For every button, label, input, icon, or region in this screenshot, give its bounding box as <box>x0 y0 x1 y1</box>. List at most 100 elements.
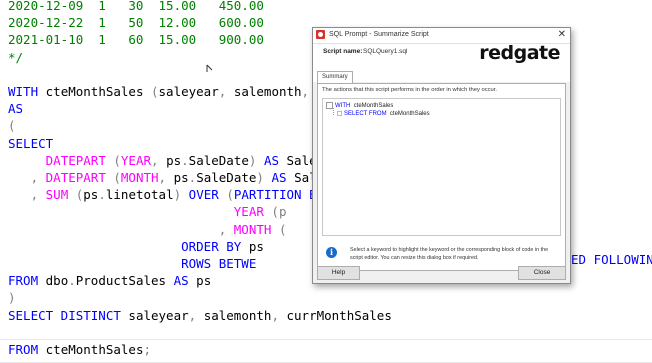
code-token: ps <box>248 238 264 254</box>
code-token: OVER <box>188 187 227 203</box>
code-line[interactable]: , MONTH ( <box>8 221 287 239</box>
code-token: ( <box>278 221 287 237</box>
code-token: , <box>158 170 174 185</box>
code-token: ROWS BETWE <box>181 256 257 271</box>
code-line[interactable]: ORDER BY ps <box>8 238 264 256</box>
code-token: ; <box>143 342 152 357</box>
tree-node-keyword[interactable]: WITH <box>335 103 350 109</box>
code-token: ) <box>173 187 189 203</box>
code-line[interactable]: */ <box>8 49 23 67</box>
tree-node-keyword[interactable]: SELECT FROM <box>344 111 387 117</box>
code-token: ) <box>256 170 272 185</box>
code-token: ps <box>83 187 99 203</box>
code-line[interactable]: YEAR (p <box>8 203 287 221</box>
code-token: PARTITION B <box>233 187 317 203</box>
code-token: ps <box>173 170 189 185</box>
code-token: ( <box>113 170 121 185</box>
code-token: , <box>30 187 46 203</box>
code-token: saleyear <box>128 307 189 323</box>
code-line[interactable]: 2020-12-09 1 30 15.00 450.00 <box>8 0 264 15</box>
code-line[interactable]: WITH cteMonthSales (saleyear, salemonth, <box>8 83 309 101</box>
tab-summary[interactable]: Summary <box>317 71 353 83</box>
tree-node-name: cteMonthSales <box>389 111 430 117</box>
code-token: 2020-12-22 1 50 12.00 600.00 <box>8 15 264 31</box>
code-token: SaleDate <box>188 152 249 168</box>
code-token: salemonth <box>203 307 272 323</box>
code-line[interactable]: FROM cteMonthSales; <box>8 341 151 359</box>
close-button[interactable]: Close <box>518 266 566 280</box>
code-line[interactable]: AS <box>8 100 23 118</box>
code-token: (p <box>271 204 287 220</box>
code-token: , <box>271 307 287 323</box>
code-line[interactable]: ROWS BETWE <box>8 255 256 273</box>
sql-prompt-app-icon <box>316 30 325 39</box>
tree-node-name: cteMonthSales <box>353 103 394 110</box>
code-token: MONTH <box>233 221 279 237</box>
code-token: FROM <box>8 273 46 289</box>
code-token: 2020-12-09 1 30 15.00 450.00 <box>8 0 264 13</box>
code-token: ( <box>113 152 121 168</box>
code-token: AS <box>271 170 295 185</box>
code-token: dbo <box>45 273 69 289</box>
code-token: ) <box>8 290 16 306</box>
code-token: AS <box>173 273 197 289</box>
mouse-cursor-icon <box>206 64 213 72</box>
code-token: SUM <box>45 187 76 203</box>
summary-tree[interactable]: WITH cteMonthSales SELECT FROM cteMonthS… <box>322 98 561 236</box>
code-fragment-right: ED FOLLOWIN <box>571 252 652 267</box>
code-token: , <box>188 307 204 323</box>
code-line[interactable]: DATEPART (YEAR, ps.SaleDate) AS Sale <box>8 152 317 170</box>
code-line[interactable]: , SUM (ps.linetotal) OVER (PARTITION B <box>8 186 317 204</box>
summary-description: The actions that this script performs in… <box>322 87 497 93</box>
hint-area: i Select a keyword to highlight the keyw… <box>322 244 559 266</box>
code-token: , <box>151 152 167 168</box>
code-token: , <box>218 221 234 237</box>
tab-strip: Summary <box>317 71 566 83</box>
redgate-logo: redgate <box>479 42 560 64</box>
code-line[interactable]: SELECT <box>8 135 53 153</box>
tree-node-icon <box>337 110 342 116</box>
code-line[interactable]: ) <box>8 289 16 307</box>
tree-node-with[interactable]: WITH cteMonthSales <box>326 102 393 110</box>
code-line[interactable]: 2020-12-22 1 50 12.00 600.00 <box>8 14 264 32</box>
code-token: ProductSales <box>75 273 174 289</box>
code-line[interactable]: ( <box>8 117 16 135</box>
code-line[interactable]: , DATEPART (MONTH, ps.SaleDate) AS Sal <box>8 169 317 187</box>
code-token: SaleDate <box>196 170 257 185</box>
code-token: currMonthSales <box>286 307 392 323</box>
code-token: */ <box>8 49 24 65</box>
info-icon: i <box>326 247 337 258</box>
code-token: AS <box>263 152 287 168</box>
tree-node-select-from[interactable]: SELECT FROM cteMonthSales <box>337 110 430 118</box>
code-token: ( <box>226 187 234 203</box>
script-name-value: SQLQuery1.sql <box>363 48 408 55</box>
code-token: cteMonthSales <box>45 342 144 357</box>
close-icon[interactable]: ✕ <box>558 28 566 41</box>
code-token: ps <box>196 273 212 289</box>
code-line[interactable]: SELECT DISTINCT saleyear, salemonth, cur… <box>8 307 392 325</box>
summary-panel: The actions that this script performs in… <box>317 83 566 271</box>
code-token: . <box>181 152 189 168</box>
code-token: cteMonthSales <box>45 84 151 99</box>
code-token: , <box>218 84 234 99</box>
hint-text: Select a keyword to highlight the keywor… <box>350 247 549 261</box>
code-token: AS <box>8 101 24 117</box>
code-token: DATEPART <box>45 170 114 185</box>
code-token: , <box>30 170 46 185</box>
code-token: ( <box>8 118 16 134</box>
code-line[interactable]: 2021-01-10 1 60 15.00 900.00 <box>8 31 264 49</box>
summarize-script-dialog: SQL Prompt - Summarize Script ✕ Script n… <box>312 27 571 284</box>
code-token: . <box>98 187 106 203</box>
tree-node-icon <box>326 102 333 109</box>
help-button[interactable]: Help <box>317 266 360 280</box>
code-line[interactable]: FROM dbo.ProductSales AS ps <box>8 272 211 290</box>
code-token: YEAR <box>233 204 272 220</box>
script-name-label: Script name: <box>323 48 363 55</box>
dialog-title: SQL Prompt - Summarize Script <box>329 31 429 38</box>
